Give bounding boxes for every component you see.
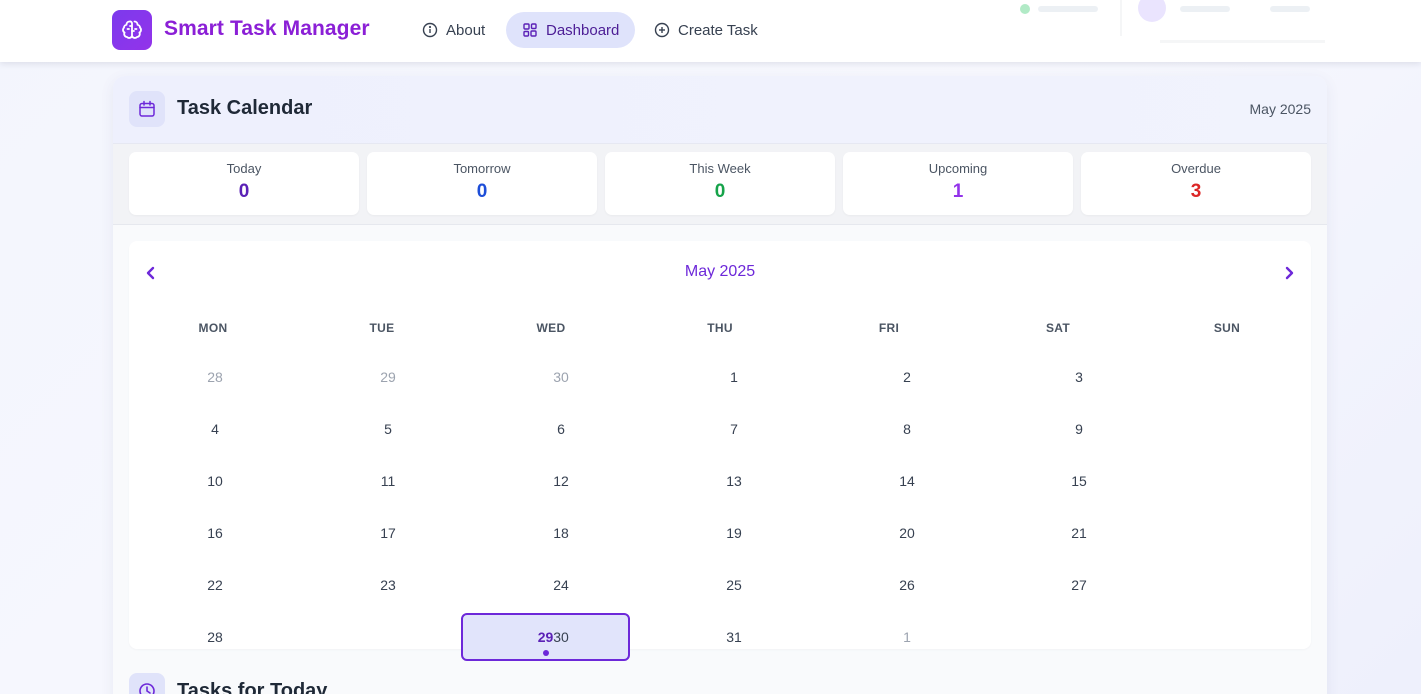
stat-value: 0 — [714, 181, 726, 202]
task-indicator-dot — [543, 650, 549, 656]
card-header: Task Calendar May 2025 — [113, 76, 1327, 144]
calendar-day[interactable]: 27 — [1029, 577, 1129, 597]
calendar-day[interactable]: 18 — [511, 525, 611, 545]
plus-circle-icon — [654, 22, 670, 38]
card-month-label: May 2025 — [1249, 101, 1311, 117]
stat-today[interactable]: Today 0 — [129, 152, 359, 215]
calendar-day[interactable]: 22 — [165, 577, 265, 597]
weekday-header: SUN — [1213, 321, 1241, 335]
calendar-day[interactable]: 10 — [165, 473, 265, 493]
calendar-day[interactable]: 5 — [338, 421, 438, 441]
calendar-day[interactable]: 4 — [165, 421, 265, 441]
card-title: Task Calendar — [177, 97, 313, 119]
nav-about[interactable]: About — [406, 12, 501, 48]
app-title[interactable]: Smart Task Manager — [164, 17, 370, 41]
nav-create-task-label: Create Task — [678, 21, 758, 39]
calendar-day[interactable]: 7 — [684, 421, 784, 441]
stat-value: 1 — [952, 181, 964, 202]
brain-logo-icon[interactable] — [112, 10, 152, 50]
calendar-day[interactable]: 30 — [511, 629, 611, 649]
calendar-day[interactable]: 6 — [511, 421, 611, 441]
calendar-day[interactable]: 16 — [165, 525, 265, 545]
top-nav-bar: Smart Task Manager About Dashboard Creat… — [0, 0, 1421, 62]
grid-icon — [522, 22, 538, 38]
calendar-day[interactable]: 25 — [684, 577, 784, 597]
calendar-day[interactable]: 12 — [511, 473, 611, 493]
weekday-header: TUE — [369, 321, 395, 335]
nav-create-task[interactable]: Create Task — [638, 12, 774, 48]
calendar-day[interactable]: 17 — [338, 525, 438, 545]
info-icon — [422, 22, 438, 38]
stat-tomorrow[interactable]: Tomorrow 0 — [367, 152, 597, 215]
tasks-section-title: Tasks for Today — [177, 680, 328, 694]
calendar-day[interactable]: 20 — [857, 525, 957, 545]
stat-value: 0 — [476, 181, 488, 202]
stat-value: 3 — [1190, 181, 1202, 202]
weekday-header: THU — [707, 321, 733, 335]
calendar-day[interactable]: 11 — [338, 473, 438, 493]
calendar-day[interactable]: 8 — [857, 421, 957, 441]
calendar-day[interactable]: 28 — [165, 629, 265, 649]
weekday-header: WED — [536, 321, 566, 335]
nav-dashboard-label: Dashboard — [546, 21, 620, 39]
task-calendar-card: Task Calendar May 2025 Today 0 Tomorrow … — [113, 76, 1327, 694]
chevron-right-icon — [1282, 266, 1296, 285]
stat-label: This Week — [689, 161, 751, 176]
calendar-icon — [129, 91, 165, 127]
calendar-day-other-month[interactable]: 30 — [511, 369, 611, 389]
background-ghost-content — [1020, 0, 1325, 44]
calendar-day[interactable]: 9 — [1029, 421, 1129, 441]
calendar-day[interactable]: 2 — [857, 369, 957, 389]
stat-overdue[interactable]: Overdue 3 — [1081, 152, 1311, 215]
calendar-day[interactable]: 19 — [684, 525, 784, 545]
weekday-header: MON — [198, 321, 228, 335]
nav-dashboard[interactable]: Dashboard — [506, 12, 635, 48]
stat-upcoming[interactable]: Upcoming 1 — [843, 152, 1073, 215]
stat-label: Tomorrow — [453, 161, 511, 176]
next-month-button[interactable] — [1277, 263, 1301, 287]
calendar-day-other-month[interactable]: 28 — [165, 369, 265, 389]
stat-label: Upcoming — [928, 161, 988, 176]
weekday-header: SAT — [1045, 321, 1070, 335]
calendar-day[interactable]: 23 — [338, 577, 438, 597]
stat-this-week[interactable]: This Week 0 — [605, 152, 835, 215]
calendar-day[interactable]: 14 — [857, 473, 957, 493]
stat-label: Overdue — [1171, 161, 1221, 176]
stat-value: 0 — [238, 181, 250, 202]
calendar-day[interactable]: 15 — [1029, 473, 1129, 493]
calendar-day[interactable]: 26 — [857, 577, 957, 597]
calendar-day[interactable]: 31 — [684, 629, 784, 649]
calendar-day[interactable]: 24 — [511, 577, 611, 597]
month-calendar: May 2025 MON TUE WED THU FRI SAT SUN 28 2… — [129, 241, 1311, 661]
calendar-day-other-month[interactable]: 29 — [338, 369, 438, 389]
nav-about-label: About — [446, 21, 486, 39]
weekday-header: FRI — [878, 321, 900, 335]
calendar-day-other-month[interactable]: 1 — [857, 629, 957, 649]
stat-label: Today — [226, 161, 262, 176]
stats-row: Today 0 Tomorrow 0 This Week 0 Upcoming … — [113, 144, 1327, 225]
clock-icon — [129, 673, 165, 694]
calendar-day[interactable]: 1 — [684, 369, 784, 389]
calendar-month-title: May 2025 — [684, 263, 756, 280]
calendar-day[interactable]: 3 — [1029, 369, 1129, 389]
calendar-day[interactable]: 13 — [684, 473, 784, 493]
calendar-day[interactable]: 21 — [1029, 525, 1129, 545]
